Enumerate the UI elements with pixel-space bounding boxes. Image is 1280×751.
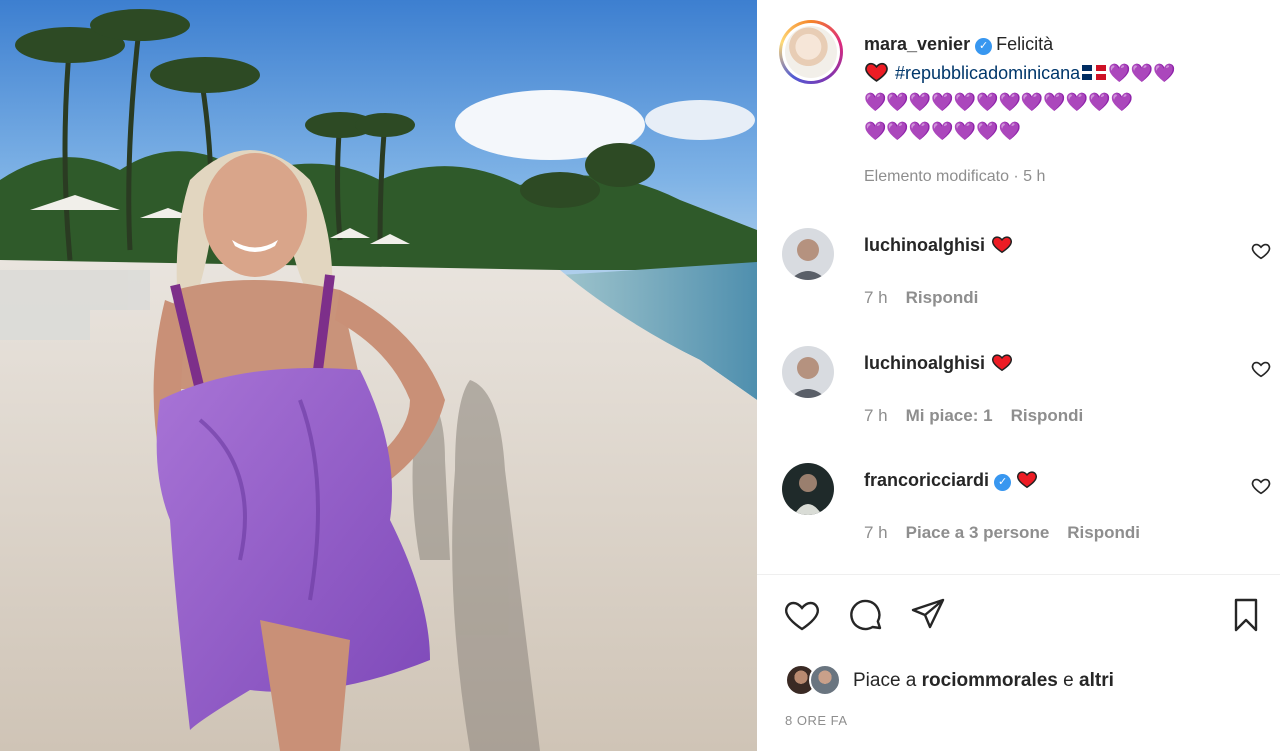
- commenter-avatar[interactable]: [782, 228, 834, 280]
- red-heart-emoji: [992, 236, 1013, 254]
- divider: [757, 574, 1280, 575]
- post-photo[interactable]: [0, 0, 757, 751]
- comment-meta: 7 h Rispondi: [864, 288, 996, 308]
- reply-button[interactable]: Rispondi: [1067, 523, 1140, 542]
- author-avatar[interactable]: [779, 20, 843, 84]
- red-heart-emoji: [992, 354, 1013, 372]
- comment-likes-count[interactable]: Piace a 3 persone: [906, 523, 1050, 542]
- reply-button[interactable]: Rispondi: [906, 288, 979, 307]
- caption-title: Felicità: [996, 34, 1054, 54]
- comment-likes-count[interactable]: Mi piace: 1: [906, 406, 993, 425]
- comment-meta: 7 h Mi piace: 1 Rispondi: [864, 406, 1101, 426]
- likes-text: Piace a rociommorales e altri: [853, 670, 1114, 691]
- reply-button[interactable]: Rispondi: [1011, 406, 1084, 425]
- comment-icon[interactable]: [846, 595, 886, 635]
- purple-hearts-line3: 💜💜💜💜💜💜💜: [864, 121, 1021, 141]
- post-timestamp: 8 ORE FA: [785, 713, 848, 728]
- liker-username[interactable]: rociommorales: [922, 670, 1058, 691]
- bookmark-icon[interactable]: [1226, 595, 1266, 635]
- red-heart-emoji: [865, 62, 888, 82]
- red-heart-emoji: [1017, 471, 1038, 489]
- comment-item: francoricciardi ✓ 7 h Piace a 3 persone Ris…: [782, 463, 1272, 543]
- like-heart-icon[interactable]: [782, 595, 822, 635]
- author-username[interactable]: mara_venier: [864, 34, 970, 54]
- heart-icon[interactable]: [1250, 240, 1272, 262]
- share-icon[interactable]: [908, 595, 948, 635]
- post-details-panel: mara_venier ✓ Felicità #repubblicadominica…: [757, 0, 1280, 751]
- comment-item: luchinoalghisi 7 h Mi piace: 1 Rispondi: [782, 346, 1272, 426]
- comment-item: luchinoalghisi 7 h Rispondi: [782, 228, 1272, 308]
- comment-time: 7 h: [864, 288, 888, 307]
- post-meta: Elemento modificato · 5 h: [864, 168, 1046, 185]
- purple-hearts-line2: 💜💜💜💜💜💜💜💜💜💜💜💜: [864, 92, 1133, 112]
- commenter-username[interactable]: luchinoalghisi: [864, 233, 1014, 256]
- comment-time: 7 h: [864, 523, 888, 542]
- comment-meta: 7 h Piace a 3 persone Rispondi: [864, 523, 1158, 543]
- commenter-avatar[interactable]: [782, 463, 834, 515]
- dominican-flag-emoji: [1082, 65, 1107, 80]
- likes-summary[interactable]: Piace a rociommorales e altri: [785, 664, 1245, 698]
- commenter-avatar[interactable]: [782, 346, 834, 398]
- hashtag-link[interactable]: #repubblicadominicana: [895, 63, 1080, 83]
- caption-text: mara_venier ✓ Felicità #repubblicadominica…: [864, 30, 1244, 146]
- heart-icon[interactable]: [1250, 475, 1272, 497]
- comment-time: 7 h: [864, 406, 888, 425]
- verified-badge-icon: ✓: [994, 474, 1012, 491]
- heart-icon[interactable]: [1250, 358, 1272, 380]
- purple-hearts-line1: 💜💜💜: [1108, 63, 1176, 83]
- commenter-username[interactable]: francoricciardi ✓: [864, 468, 1039, 491]
- liker-avatar: [809, 664, 841, 696]
- likes-others-link[interactable]: altri: [1079, 670, 1114, 691]
- action-bar: [782, 595, 1258, 635]
- commenter-username[interactable]: luchinoalghisi: [864, 351, 1014, 374]
- verified-badge-icon: ✓: [975, 38, 993, 55]
